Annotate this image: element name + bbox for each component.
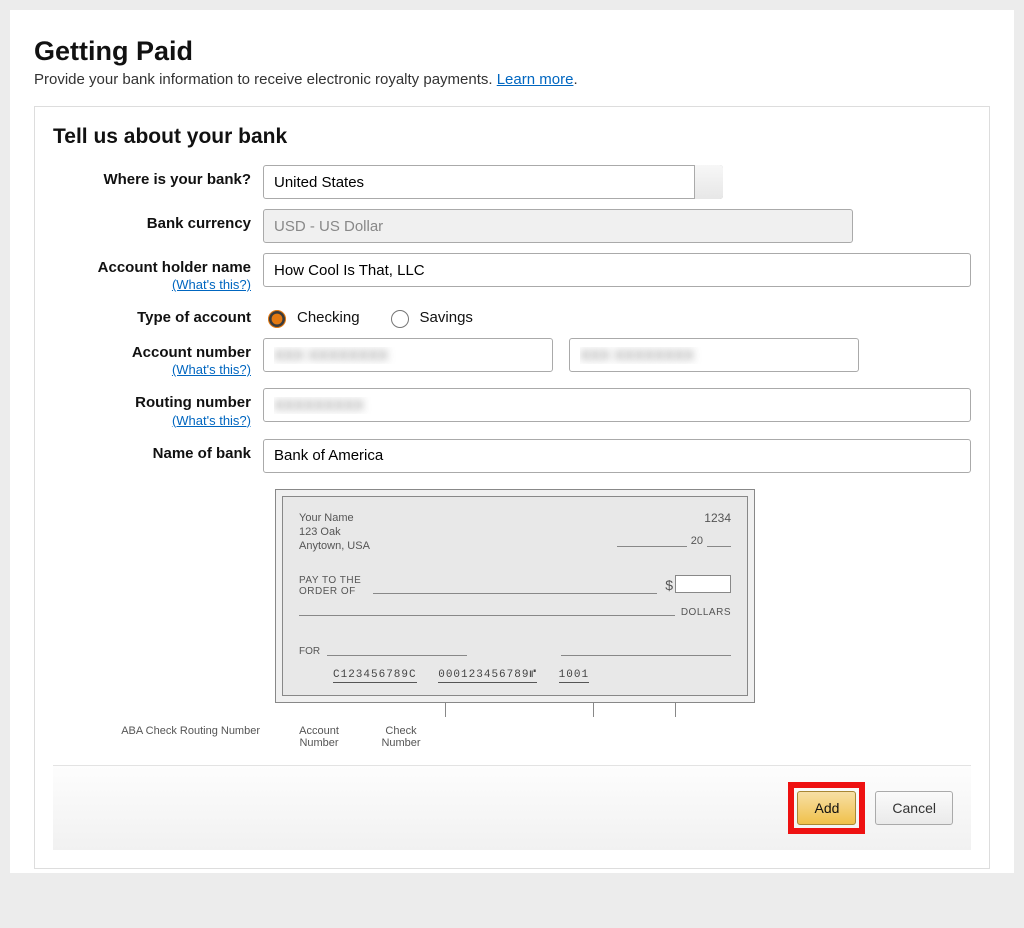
savings-radio[interactable] <box>391 310 409 328</box>
subtitle-text: Provide your bank information to receive… <box>34 71 497 88</box>
page-title: Getting Paid <box>34 36 990 67</box>
check-for-label: FOR <box>299 646 320 657</box>
learn-more-link[interactable]: Learn more <box>497 71 574 88</box>
label-account-type: Type of account <box>59 303 263 326</box>
account-type-checking[interactable]: Checking <box>263 307 360 328</box>
label-account-number: Account number <box>132 344 251 361</box>
routing-number-input[interactable] <box>263 388 971 422</box>
label-routing-number: Routing number <box>135 394 251 411</box>
check-date: 20 <box>617 535 731 547</box>
check-payto-label: PAY TO THEORDER OF <box>299 575 361 597</box>
add-button-highlight: Add <box>788 782 865 834</box>
bank-name-input[interactable] <box>263 439 971 473</box>
account-holder-help-link[interactable]: (What's this?) <box>59 278 251 293</box>
account-number-input[interactable] <box>263 338 553 372</box>
check-illustration: Your Name 123 Oak Anytown, USA 1234 20 P… <box>275 489 755 725</box>
check-caption-routing: ABA Check Routing Number <box>0 725 260 737</box>
label-account-holder: Account holder name <box>98 259 251 276</box>
cancel-button[interactable]: Cancel <box>875 791 953 825</box>
check-micr-line: C123456789C 000123456789⑈ 1001 <box>333 669 589 683</box>
routing-number-help-link[interactable]: (What's this?) <box>59 414 251 429</box>
label-bank-currency: Bank currency <box>59 209 263 232</box>
check-caption-account: AccountNumber <box>284 725 354 749</box>
check-number: 1234 <box>704 511 731 525</box>
check-amount-box <box>675 575 731 593</box>
checking-radio[interactable] <box>268 310 286 328</box>
label-bank-location: Where is your bank? <box>59 165 263 188</box>
dollar-sign-icon: $ <box>665 577 673 593</box>
subtitle-post: . <box>573 71 577 88</box>
label-bank-name: Name of bank <box>59 439 263 462</box>
check-name-line1: Your Name <box>299 511 731 525</box>
account-number-help-link[interactable]: (What's this?) <box>59 363 251 378</box>
account-number-confirm-input[interactable] <box>569 338 859 372</box>
page-subtitle: Provide your bank information to receive… <box>34 71 990 88</box>
check-caption-checknum: CheckNumber <box>366 725 436 749</box>
check-dollars-label: DOLLARS <box>681 607 731 618</box>
account-holder-input[interactable] <box>263 253 971 287</box>
bank-currency-field: USD - US Dollar <box>263 209 853 243</box>
bank-section: Tell us about your bank Where is your ba… <box>34 106 990 869</box>
checking-label: Checking <box>297 309 360 326</box>
account-type-savings[interactable]: Savings <box>386 307 473 328</box>
add-button[interactable]: Add <box>797 791 856 825</box>
form-footer: Add Cancel <box>53 765 971 850</box>
bank-country-select[interactable]: United States <box>263 165 723 199</box>
savings-label: Savings <box>420 309 473 326</box>
section-title: Tell us about your bank <box>53 125 971 149</box>
